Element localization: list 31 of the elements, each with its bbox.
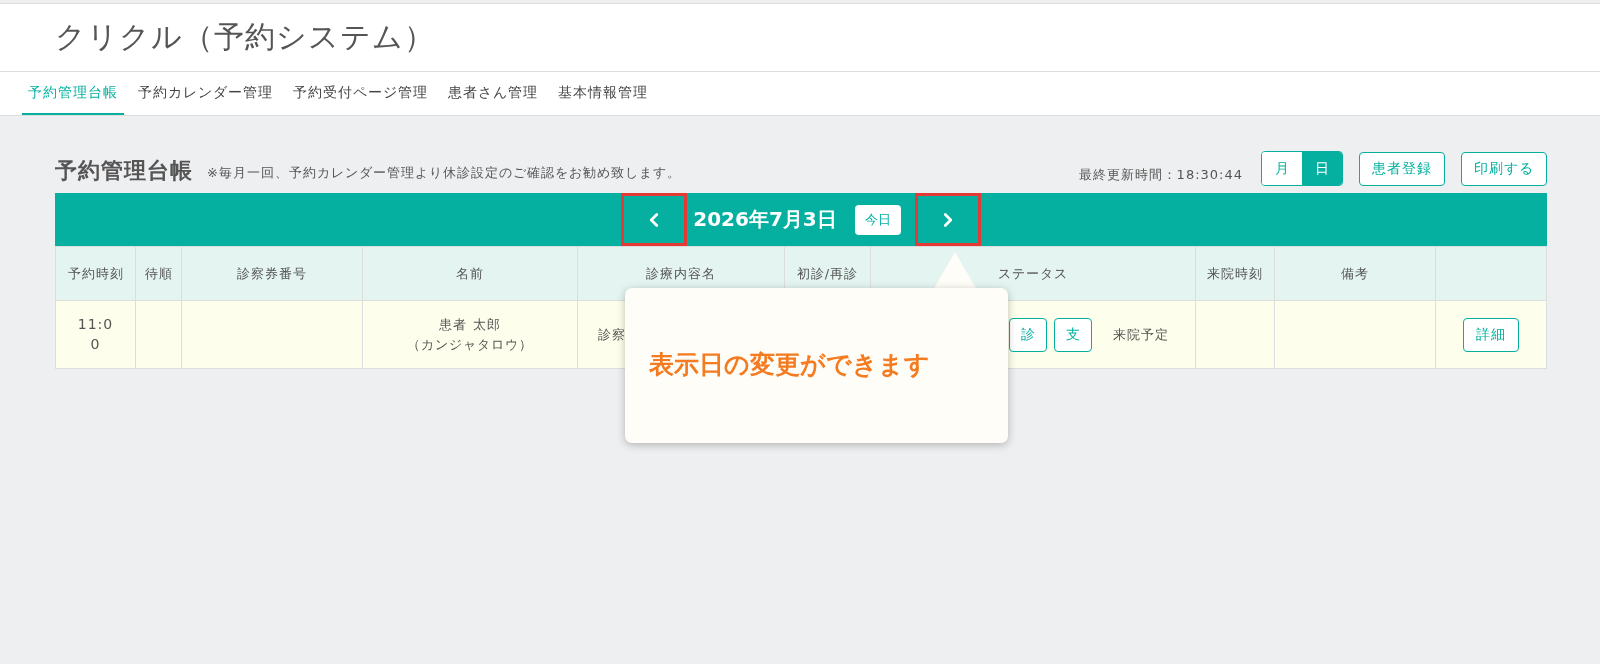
nav-tab[interactable]: 予約カレンダー管理 — [132, 72, 279, 115]
status-button[interactable]: 支 — [1054, 317, 1092, 352]
status-text: 来院予定 — [1113, 325, 1169, 344]
patient-kana: （カンジャタロウ） — [406, 335, 534, 354]
patient-name: 患者 太郎 — [438, 316, 502, 334]
page-title: 予約管理台帳 — [55, 157, 193, 185]
column-header: 来院時刻 — [1195, 246, 1275, 301]
detail-button[interactable]: 詳細 — [1463, 317, 1519, 352]
app-title: クリクル（予約システム） — [55, 18, 435, 56]
action-button[interactable]: 患者登録 — [1359, 152, 1445, 186]
column-header: 名前 — [362, 246, 578, 301]
action-button[interactable]: 印刷する — [1461, 152, 1547, 186]
nav-tab[interactable]: 予約管理台帳 — [22, 72, 124, 115]
previous-day-button[interactable] — [621, 193, 688, 246]
column-header: 待順 — [135, 246, 182, 301]
current-date: 2026年7月3日 — [693, 206, 837, 233]
last-updated-text: 最終更新時間：18:30:44 — [1078, 166, 1243, 184]
today-button[interactable]: 今日 — [854, 204, 901, 235]
view-toggle-option[interactable]: 月 — [1262, 152, 1302, 185]
table-cell: 11:00 — [55, 300, 136, 369]
notice-text: ※毎月一回、予約カレンダー管理より休診設定のご確認をお勧め致します。 — [207, 164, 681, 182]
column-header: 予約時刻 — [55, 246, 136, 301]
status-button[interactable]: 診 — [1009, 317, 1047, 352]
view-toggle-option[interactable]: 日 — [1302, 152, 1342, 185]
nav-tab[interactable]: 患者さん管理 — [442, 72, 544, 115]
next-day-button[interactable] — [914, 193, 981, 246]
nav-tab[interactable]: 予約受付ページ管理 — [287, 72, 434, 115]
table-cell — [135, 300, 182, 369]
column-header: 診察券番号 — [181, 246, 363, 301]
nav-tab[interactable]: 基本情報管理 — [552, 72, 654, 115]
column-header: 備考 — [1274, 246, 1436, 301]
